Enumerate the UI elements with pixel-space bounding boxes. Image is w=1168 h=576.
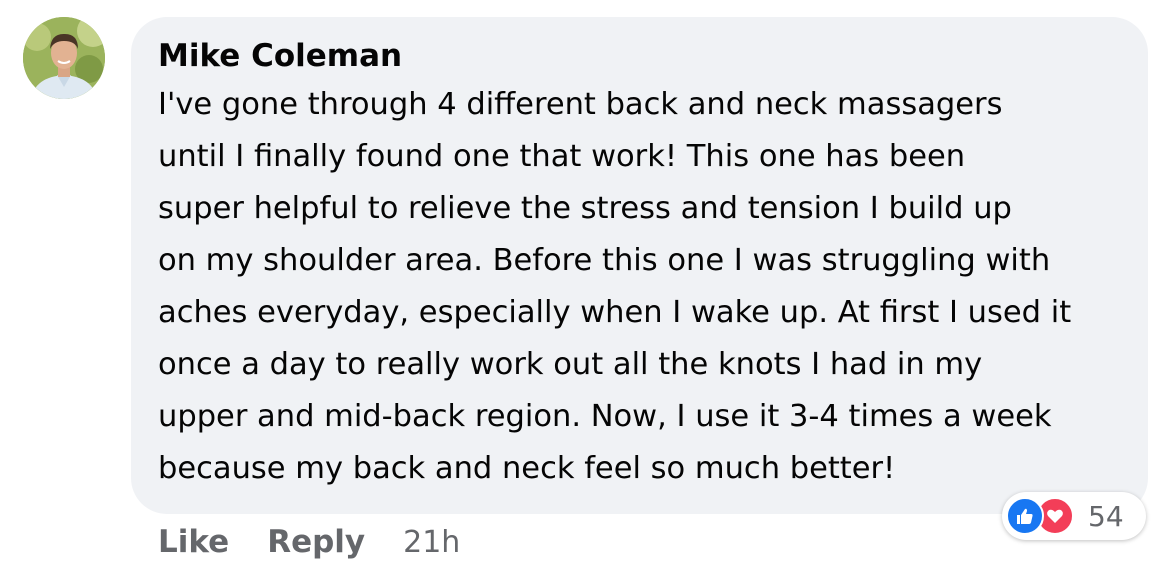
like-button[interactable]: Like: [158, 524, 229, 560]
author-name[interactable]: Mike Coleman: [158, 37, 1122, 75]
comment-text: I've gone through 4 different back and n…: [158, 87, 1072, 486]
reaction-count: 54: [1088, 499, 1124, 533]
reactions-summary[interactable]: 54: [1002, 492, 1146, 540]
avatar[interactable]: [23, 17, 105, 99]
comment-actions: Like Reply 21h: [158, 520, 460, 564]
reply-button[interactable]: Reply: [267, 524, 365, 560]
timestamp[interactable]: 21h: [403, 525, 460, 560]
comment-bubble: Mike Coleman I've gone through 4 differe…: [131, 17, 1148, 514]
like-icon: [1006, 497, 1044, 535]
